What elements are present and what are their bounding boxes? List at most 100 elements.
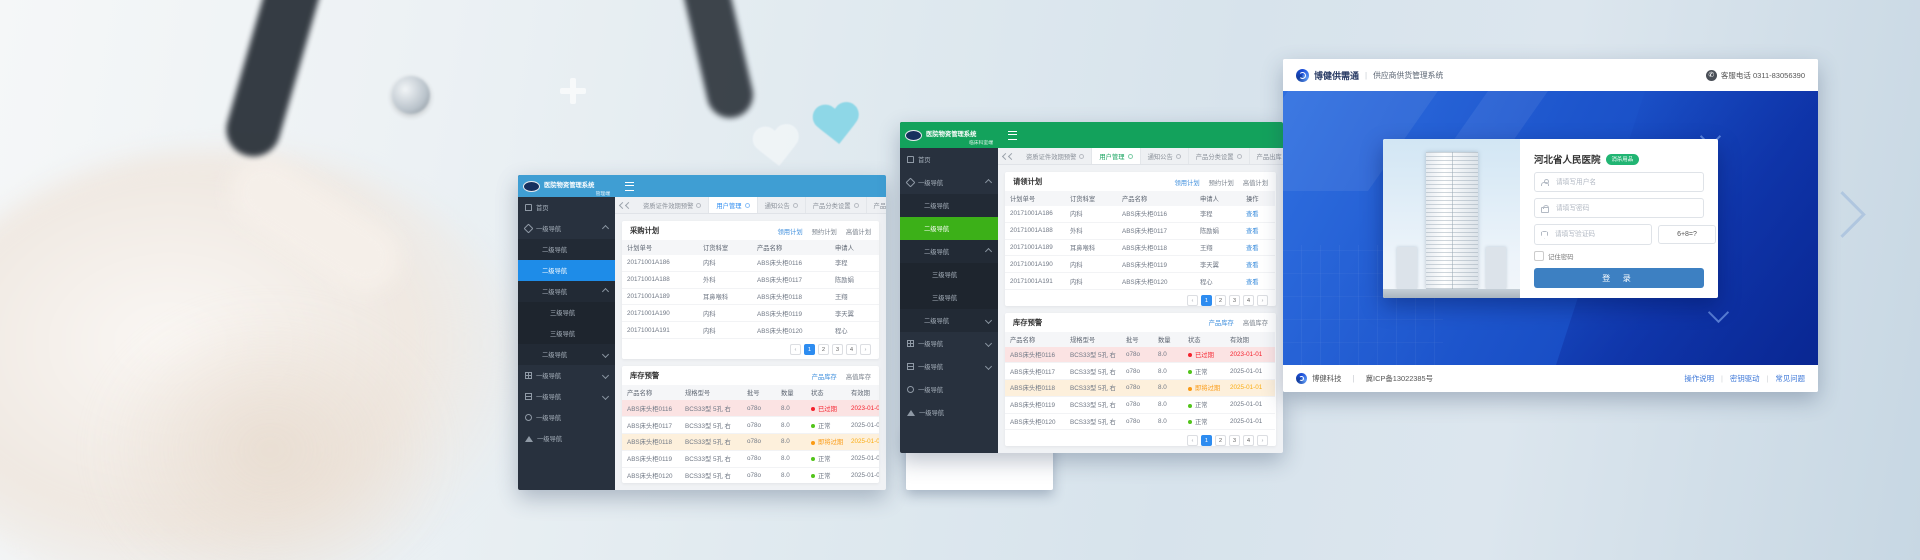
sidebar-item-level2[interactable]: 二级导航 xyxy=(900,194,998,217)
hamburger-menu-icon[interactable] xyxy=(1008,131,1017,140)
sidebar-item-level1[interactable]: 一级导航 xyxy=(900,378,998,401)
remember-checkbox[interactable] xyxy=(1534,251,1544,261)
prev-page[interactable]: ‹ xyxy=(1187,435,1198,446)
page-4[interactable]: 4 xyxy=(1243,435,1254,446)
sidebar-item-level1[interactable]: 一级导航 xyxy=(518,407,615,428)
sidebar-item-level3[interactable]: 三级导航 xyxy=(900,286,998,309)
link-highvalue-plan[interactable]: 高值计划 xyxy=(846,227,871,236)
link-highvalue-stock[interactable]: 高值库存 xyxy=(1243,318,1268,327)
sidebar-item-home[interactable]: 首页 xyxy=(518,197,615,218)
sidebar-item-level1[interactable]: 一级导航 xyxy=(900,171,998,194)
col-product-name: 产品名称 xyxy=(1005,332,1065,347)
tab-certificates[interactable]: 资质证件效期预警 xyxy=(1019,148,1092,164)
page-2[interactable]: 2 xyxy=(1215,295,1226,306)
circle-icon xyxy=(907,386,914,393)
sidebar-item-level1[interactable]: 一级导航 xyxy=(518,218,615,239)
sidebar-item-level2[interactable]: 二级导航 xyxy=(518,344,615,365)
link-product-stock[interactable]: 产品库存 xyxy=(1209,318,1234,327)
login-button[interactable]: 登 录 xyxy=(1534,268,1704,288)
password-input[interactable] xyxy=(1554,204,1697,213)
clinic-logo-bar: 医院物资管理系统 临床科室端 xyxy=(900,122,998,148)
view-link[interactable]: 查看 xyxy=(1246,228,1259,235)
sidebar-item-level2[interactable]: 二级导航 xyxy=(900,240,998,263)
login-card: 河北省人民医院 消杀用品 6+8=? xyxy=(1383,139,1718,298)
tab-notice[interactable]: 通知公告 xyxy=(1141,148,1189,164)
captcha-input[interactable] xyxy=(1553,230,1645,239)
link-reservation-plan[interactable]: 预约计划 xyxy=(812,227,837,236)
sidebar-item-level2-active[interactable]: 二级导航 xyxy=(900,217,998,240)
tab-notice[interactable]: 通知公告 xyxy=(758,197,806,213)
sidebar-item-label: 一级导航 xyxy=(536,224,561,233)
page-3[interactable]: 3 xyxy=(1229,435,1240,446)
link-product-stock[interactable]: 产品库存 xyxy=(812,372,837,381)
sidebar-item-level3[interactable]: 三级导航 xyxy=(900,263,998,286)
tab-product-outbound[interactable]: 产品出库 xyxy=(1250,148,1283,164)
link-faq[interactable]: 常见问题 xyxy=(1775,373,1805,384)
sidebar-item-level2[interactable]: 二级导航 xyxy=(900,309,998,332)
sidebar-item-level1[interactable]: 一级导航 xyxy=(900,401,998,424)
view-link[interactable]: 查看 xyxy=(1246,262,1259,269)
collapse-tabs-icon[interactable] xyxy=(615,197,636,213)
page-3[interactable]: 3 xyxy=(832,344,843,355)
page-4[interactable]: 4 xyxy=(846,344,857,355)
table-row: ABS床头柜0119BCS33型 5孔 右o78o8.0正常2025-01-01 xyxy=(1005,396,1275,413)
sidebar-item-label: 二级导航 xyxy=(924,201,949,210)
view-link[interactable]: 查看 xyxy=(1246,211,1259,218)
sidebar-item-level3[interactable]: 三级导航 xyxy=(518,302,615,323)
page-2[interactable]: 2 xyxy=(818,344,829,355)
sidebar-item-level1[interactable]: 一级导航 xyxy=(518,386,615,407)
sidebar-item-home[interactable]: 首页 xyxy=(900,148,998,171)
page-3[interactable]: 3 xyxy=(1229,295,1240,306)
page-1[interactable]: 1 xyxy=(804,344,815,355)
sidebar-submenu: 二级导航 二级导航 二级导航 三级导航 三级导航 二级导航 xyxy=(518,239,615,365)
tab-user-management[interactable]: 用户管理 xyxy=(1092,148,1140,164)
prev-page[interactable]: ‹ xyxy=(790,344,801,355)
tab-product-category[interactable]: 产品分类设置 xyxy=(806,197,867,213)
admin-logo-bar: 医院物资管理系统 管理端 xyxy=(518,175,615,197)
page-1[interactable]: 1 xyxy=(1201,295,1212,306)
page-4[interactable]: 4 xyxy=(1243,295,1254,306)
sidebar-item-level2-active[interactable]: 二级导航 xyxy=(518,260,615,281)
username-input[interactable] xyxy=(1554,178,1697,187)
link-key-driver[interactable]: 密钥驱动 xyxy=(1730,373,1760,384)
link-requisition-plan[interactable]: 领用计划 xyxy=(1174,178,1199,187)
icp-number: 冀ICP备13022385号 xyxy=(1366,373,1433,384)
sidebar-item-level1[interactable]: 一级导航 xyxy=(900,332,998,355)
view-link[interactable]: 查看 xyxy=(1246,245,1259,252)
table-row: ABS床头柜0119BCS33型 5孔 右o78o8.0正常2025-01-01 xyxy=(622,450,879,467)
remember-label: 记住密码 xyxy=(1548,252,1574,261)
next-page[interactable]: › xyxy=(1257,295,1268,306)
sidebar-item-label: 三级导航 xyxy=(932,270,957,279)
captcha-question[interactable]: 6+8=? xyxy=(1658,225,1716,244)
sidebar-item-level2[interactable]: 二级导航 xyxy=(518,239,615,260)
status-dot xyxy=(811,474,815,478)
tab-user-management[interactable]: 用户管理 xyxy=(709,197,757,213)
link-operation-guide[interactable]: 操作说明 xyxy=(1684,373,1714,384)
next-page[interactable]: › xyxy=(1257,435,1268,446)
sidebar-item-level1[interactable]: 一级导航 xyxy=(518,365,615,386)
sidebar-item-level2[interactable]: 二级导航 xyxy=(518,281,615,302)
col-plan-id: 计划单号 xyxy=(1005,191,1065,206)
page-2[interactable]: 2 xyxy=(1215,435,1226,446)
link-highvalue-plan[interactable]: 高值计划 xyxy=(1243,178,1268,187)
page-1[interactable]: 1 xyxy=(1201,435,1212,446)
view-link[interactable]: 查看 xyxy=(1246,279,1259,286)
link-reservation-plan[interactable]: 预约计划 xyxy=(1209,178,1234,187)
hamburger-menu-icon[interactable] xyxy=(625,182,634,191)
tab-certificates[interactable]: 资质证件效期预警 xyxy=(636,197,709,213)
col-batch: 批号 xyxy=(1121,332,1153,347)
tab-product-category[interactable]: 产品分类设置 xyxy=(1189,148,1250,164)
tab-product-outbound[interactable]: 产品出库 xyxy=(867,197,886,213)
table-row: 20171001A188外科ABS床头柜0117陈励娟查看 xyxy=(1005,222,1275,239)
sidebar-item-level1[interactable]: 一级导航 xyxy=(900,355,998,378)
sidebar-item-level3[interactable]: 三级导航 xyxy=(518,323,615,344)
sidebar-item-level1[interactable]: 一级导航 xyxy=(518,428,615,449)
link-highvalue-stock[interactable]: 高值库存 xyxy=(846,372,871,381)
shield-icon xyxy=(1541,231,1548,239)
status-badge: 即将过期 xyxy=(818,439,843,446)
link-requisition-plan[interactable]: 领用计划 xyxy=(777,227,802,236)
next-page[interactable]: › xyxy=(860,344,871,355)
col-product-name: 产品名称 xyxy=(622,385,680,400)
collapse-tabs-icon[interactable] xyxy=(998,148,1019,164)
prev-page[interactable]: ‹ xyxy=(1187,295,1198,306)
